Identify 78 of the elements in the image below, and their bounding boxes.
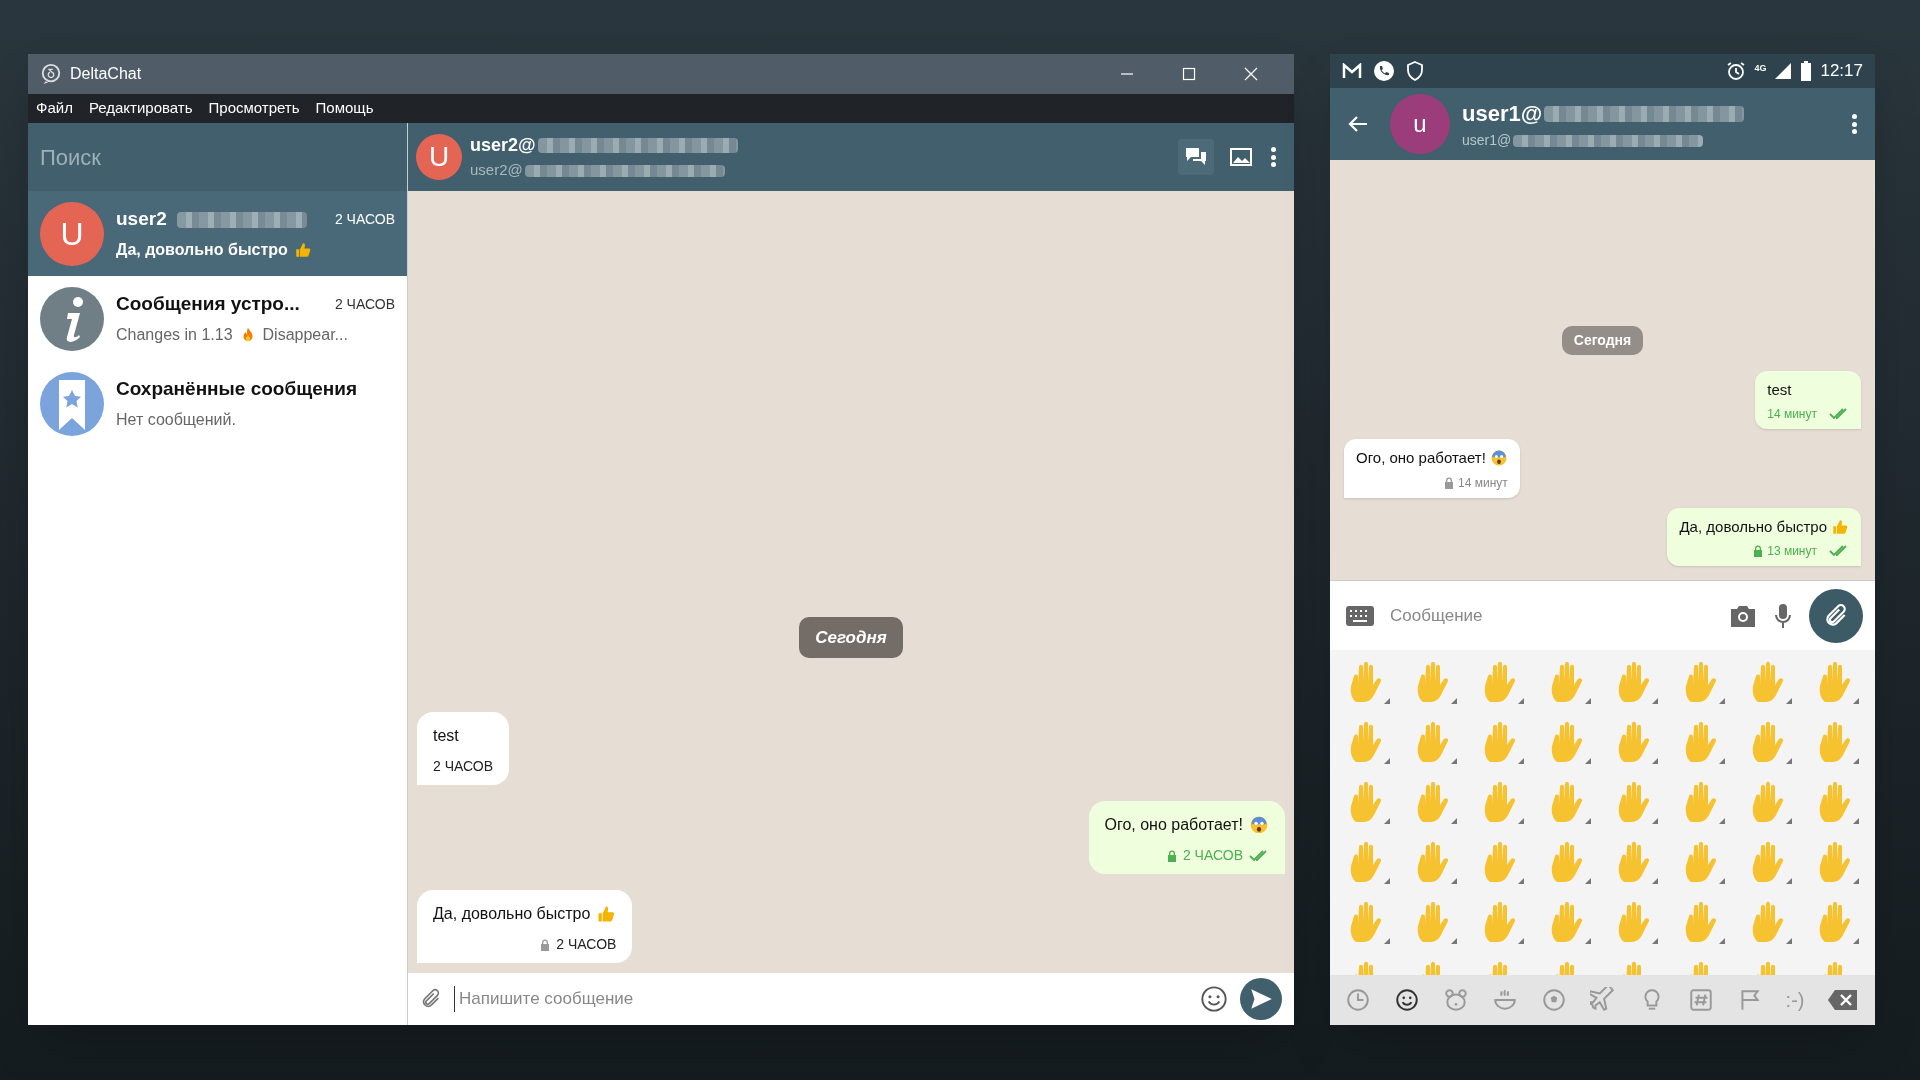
message-text: Да, довольно быстро [433, 904, 591, 924]
paperclip-icon[interactable] [420, 988, 442, 1010]
thumbs-up-icon [1831, 517, 1849, 536]
message-time: 2 ЧАСОВ [1182, 846, 1243, 865]
close-icon[interactable] [1244, 67, 1258, 81]
menu-item[interactable]: Помощь [315, 97, 374, 120]
chat-bubbles-icon[interactable] [1185, 147, 1207, 167]
network-type: 4G [1754, 62, 1767, 76]
menu-item[interactable]: Файл [36, 97, 73, 120]
message-text: Ого, оно работает! [1104, 815, 1243, 835]
bookmark-avatar-icon [40, 371, 104, 436]
keyboard-icon[interactable] [1346, 605, 1374, 626]
emoji-icon[interactable] [1200, 985, 1228, 1013]
send-icon[interactable] [1248, 986, 1274, 1012]
thumbs-up-icon [293, 240, 312, 259]
message-input[interactable]: Сообщение [1390, 602, 1713, 629]
thumbs-up-icon [596, 904, 617, 924]
lock-icon [1753, 545, 1764, 557]
avatar: U [40, 201, 104, 266]
message-input[interactable]: Напишите сообщение [454, 986, 1188, 1012]
alarm-clock-icon [1726, 61, 1747, 81]
search-field[interactable]: Поиск [40, 140, 395, 174]
chat-preview: Changes in 1.13 [116, 324, 233, 345]
chat-title: user1@ [1462, 100, 1543, 128]
menu-item[interactable]: Редактировать [88, 97, 193, 120]
chat-preview: Нет сообщений. [116, 409, 236, 430]
send-button[interactable] [1240, 978, 1282, 1020]
menu-item[interactable]: Просмотреть [208, 97, 300, 120]
window-title: DeltaChat [70, 64, 142, 84]
lock-icon [1444, 476, 1455, 489]
phone-call-icon [1374, 61, 1394, 81]
app-logo-icon [40, 63, 62, 85]
message-text: Ого, оно работает! [1356, 448, 1486, 468]
message-time: 13 минут [1767, 543, 1817, 560]
chat-title: user2@ [470, 134, 536, 158]
message-time: 2 ЧАСОВ [433, 757, 494, 776]
message-time: 2 ЧАСОВ [556, 935, 617, 954]
message-text: test [433, 726, 459, 746]
chat-name: user2 [116, 207, 167, 232]
screaming-face-icon [1249, 815, 1269, 835]
chat-preview: Да, довольно быстро [116, 239, 288, 260]
message-text: Да, довольно быстро [1679, 516, 1827, 537]
chat-preview: Disappear... [262, 324, 348, 345]
chat-time: 2 ЧАСОВ [334, 210, 395, 229]
chat-subtitle: user1@ [1462, 131, 1512, 150]
battery-icon [1800, 61, 1813, 81]
message-time: 14 минут [1458, 474, 1508, 492]
microphone-icon[interactable] [1773, 602, 1793, 629]
double-check-icon [1829, 545, 1849, 557]
lock-icon [1166, 849, 1177, 862]
camera-icon[interactable] [1729, 603, 1757, 628]
screaming-face-icon [1489, 449, 1508, 468]
lock-icon [540, 938, 551, 951]
double-check-icon [1249, 849, 1269, 862]
chat-time: 2 ЧАСОВ [334, 295, 395, 314]
chat-subtitle: user2@ [470, 160, 523, 181]
image-icon[interactable] [1230, 148, 1252, 166]
shield-icon [1406, 61, 1424, 81]
chat-name: Сохранённые сообщения [116, 377, 358, 402]
emoji-category-tab-icon[interactable] [1394, 987, 1421, 1013]
maximize-icon[interactable] [1182, 67, 1196, 81]
double-check-icon [1829, 408, 1849, 420]
backspace-icon[interactable] [1827, 988, 1860, 1012]
info-avatar-icon [40, 286, 104, 351]
clock-time: 12:17 [1820, 60, 1863, 83]
message-text: test [1767, 379, 1792, 400]
avatar: U [416, 134, 462, 180]
search-bar[interactable]: Поиск [28, 123, 407, 191]
date-divider: Сегодня [1561, 325, 1644, 355]
attach-button[interactable] [1809, 588, 1863, 643]
chat-name: Сообщения устро... [116, 292, 300, 317]
chat-bubbles-button[interactable] [1178, 139, 1214, 175]
signal-icon [1774, 62, 1793, 80]
paperclip-icon[interactable] [1823, 602, 1849, 629]
avatar: u [1390, 94, 1450, 154]
message-time: 14 минут [1767, 406, 1817, 423]
mail-icon [1342, 63, 1362, 79]
chat-list-item[interactable]: U user2 2 ЧАСОВ Да, довольно быстро [28, 191, 407, 276]
